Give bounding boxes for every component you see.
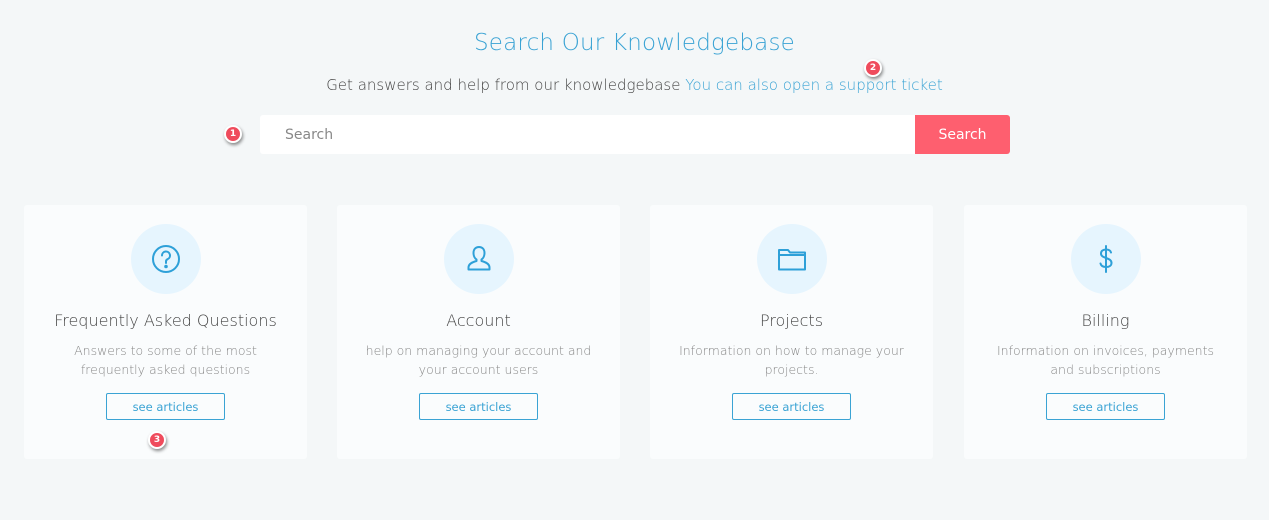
search-input[interactable] [260,115,915,154]
annotation-marker-1: 1 [224,125,242,143]
dollar-icon [1099,245,1113,273]
search-bar: Search [260,115,1010,154]
user-icon [467,246,490,271]
card-faq: Frequently Asked Questions Answers to so… [24,205,307,459]
icon-circle [130,224,201,294]
card-title: Frequently Asked Questions [54,311,277,330]
card-description: Answers to some of the most frequently a… [74,343,257,377]
folder-icon [777,249,806,271]
question-circle-icon [151,245,180,273]
card-description: Information on how to manage your projec… [679,343,904,377]
card-title: Billing [1081,311,1130,330]
page-title: Search Our Knowledgebase [473,30,796,56]
icon-circle [756,224,827,294]
card-account: Account help on managing your account an… [337,205,620,459]
card-description: Information on invoices, payments and su… [996,343,1214,377]
search-button[interactable]: Search [915,115,1010,154]
card-billing: Billing Information on invoices, payment… [964,205,1247,459]
icon-circle [1070,224,1141,294]
page-subtitle: Get answers and help from our knowledgeb… [0,76,1269,94]
subtitle-text: Get answers and help from our knowledgeb… [326,76,681,94]
card-description: help on managing your account and your a… [365,343,592,377]
annotation-marker-2: 2 [864,59,882,77]
see-articles-button[interactable]: see articles [1046,393,1165,420]
icon-circle [443,224,514,294]
see-articles-button[interactable]: see articles [106,393,225,420]
annotation-marker-3: 3 [148,431,166,449]
category-cards: Frequently Asked Questions Answers to so… [24,205,1247,459]
card-title: Projects [759,311,824,330]
card-projects: Projects Information on how to manage yo… [650,205,933,459]
support-ticket-link[interactable]: You can also open a support ticket [685,76,943,94]
see-articles-button[interactable]: see articles [419,393,538,420]
see-articles-button[interactable]: see articles [732,393,851,420]
card-title: Account [446,311,511,330]
